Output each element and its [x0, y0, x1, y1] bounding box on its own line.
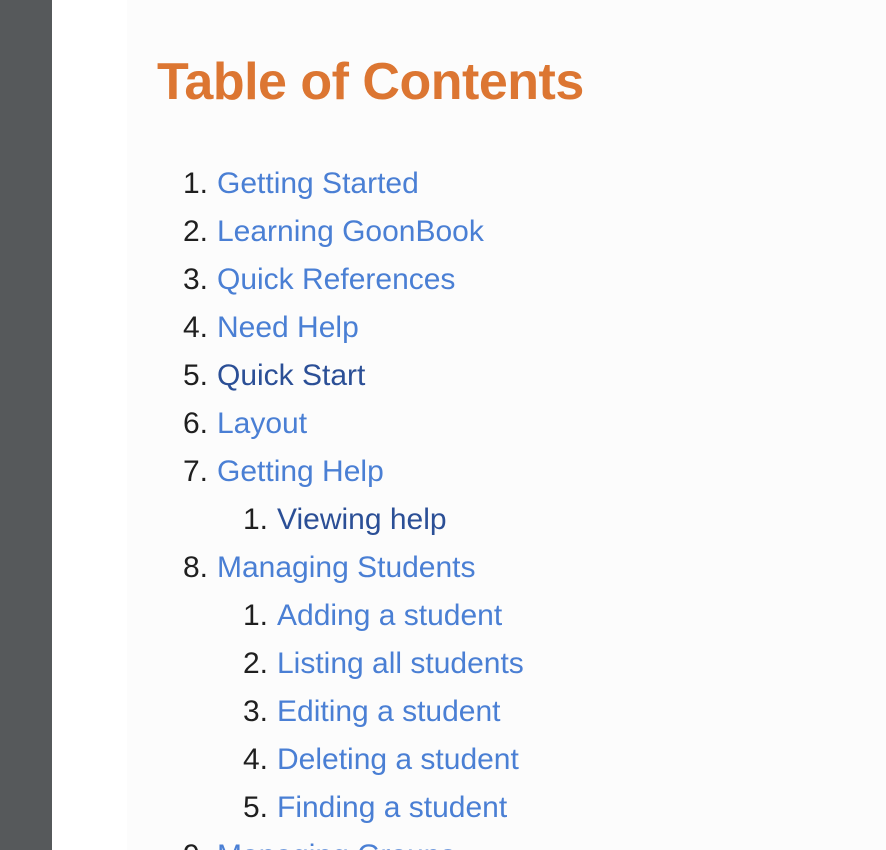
toc-link-layout[interactable]: Layout — [217, 407, 307, 440]
toc-subitem: Listing all students — [243, 640, 524, 688]
toc-item: Layout — [183, 400, 524, 448]
toc-sublist: Viewing help — [217, 496, 524, 544]
toc-link-managing-groups[interactable]: Managing Groups — [217, 839, 455, 850]
toc-link-managing-students[interactable]: Managing Students — [217, 551, 476, 584]
toc-subitem: Deleting a student — [243, 736, 524, 784]
toc-item-group: Managing Students Adding a student Listi… — [183, 544, 524, 832]
toc-subitem: Editing a student — [243, 688, 524, 736]
toc-link-learning-goonbook[interactable]: Learning GoonBook — [217, 215, 484, 248]
toc-item: Need Help — [183, 304, 524, 352]
toc-item: Quick References — [183, 256, 524, 304]
toc-item-group: Getting Help Viewing help — [183, 448, 524, 544]
toc-link-listing-all-students[interactable]: Listing all students — [277, 647, 524, 680]
toc-list: Getting Started Learning GoonBook Quick … — [183, 160, 524, 850]
toc-link-editing-a-student[interactable]: Editing a student — [277, 695, 501, 728]
toc-link-need-help[interactable]: Need Help — [217, 311, 359, 344]
toc-link-deleting-a-student[interactable]: Deleting a student — [277, 743, 519, 776]
toc-item: Learning GoonBook — [183, 208, 524, 256]
toc-heading: Table of Contents — [157, 53, 584, 111]
toc-link-adding-a-student[interactable]: Adding a student — [277, 599, 502, 632]
toc-link-quick-start[interactable]: Quick Start — [217, 359, 365, 392]
toc-subitem: Adding a student — [243, 592, 524, 640]
toc-link-quick-references[interactable]: Quick References — [217, 263, 455, 296]
toc-item: Getting Started — [183, 160, 524, 208]
left-dark-sidebar — [0, 0, 52, 850]
toc-link-viewing-help[interactable]: Viewing help — [277, 503, 447, 536]
toc-link-getting-started[interactable]: Getting Started — [217, 167, 419, 200]
toc-subitem: Viewing help — [243, 496, 524, 544]
toc-link-finding-a-student[interactable]: Finding a student — [277, 791, 507, 824]
toc-subitem: Finding a student — [243, 784, 524, 832]
toc-item: Managing Groups — [183, 832, 524, 850]
document-content: Table of Contents Getting Started Learni… — [127, 0, 886, 850]
left-gutter — [52, 0, 127, 850]
toc-link-getting-help[interactable]: Getting Help — [217, 455, 384, 488]
toc-sublist: Adding a student Listing all students Ed… — [217, 592, 524, 832]
toc-item: Quick Start — [183, 352, 524, 400]
